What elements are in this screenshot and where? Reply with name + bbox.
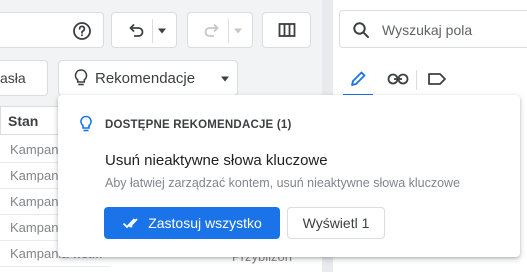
recommendations-popup: DOSTĘPNE REKOMENDACJE (1) Usuń nieaktywn… — [58, 95, 520, 257]
view-label: Wyświetl 1 — [302, 215, 370, 231]
apply-all-button[interactable]: Zastosuj wszystko — [104, 207, 280, 239]
help-icon[interactable] — [72, 21, 92, 41]
lightbulb-icon — [73, 68, 89, 88]
link-icon — [387, 72, 409, 86]
field-search-placeholder: Wyszukaj pola — [382, 22, 473, 38]
dropdown-arrow-icon — [220, 75, 230, 83]
undo-button-group[interactable] — [111, 12, 177, 48]
status-column-header[interactable]: Stan — [8, 113, 38, 129]
double-check-icon — [122, 216, 144, 230]
recommendations-label: Rekomendacje — [95, 69, 196, 87]
tab-edit[interactable] — [343, 64, 373, 98]
apply-all-label: Zastosuj wszystko — [148, 215, 262, 231]
row-cell-text: Kampan — [10, 168, 59, 183]
columns-icon — [278, 22, 296, 38]
header-column-divider — [0, 107, 1, 135]
recommendation-description: Aby łatwiej zarządzać kontem, usuń nieak… — [105, 176, 461, 190]
undo-divider — [152, 19, 153, 43]
columns-button[interactable] — [262, 12, 311, 48]
view-button[interactable]: Wyświetl 1 — [287, 207, 385, 239]
row-cell-text: Kampan — [10, 142, 59, 157]
redo-dropdown-icon[interactable] — [233, 27, 243, 35]
filter-chip-label: asła — [0, 70, 26, 86]
tab-divider — [416, 70, 417, 90]
redo-icon[interactable] — [203, 22, 221, 40]
undo-icon[interactable] — [127, 22, 145, 40]
lightbulb-icon — [79, 115, 93, 133]
undo-dropdown-icon[interactable] — [157, 27, 167, 35]
pencil-icon — [349, 70, 367, 88]
row-cell-text: Kampan — [10, 220, 59, 235]
recommendations-button[interactable]: Rekomendacje — [58, 60, 238, 96]
label-tag-icon — [427, 72, 447, 86]
popup-header: DOSTĘPNE REKOMENDACJE (1) — [105, 119, 292, 131]
filter-chip[interactable]: asła — [0, 60, 48, 96]
recommendation-title: Usuń nieaktywne słowa kluczowe — [105, 152, 328, 169]
toolbar-input-area[interactable] — [0, 12, 104, 48]
row-cell-text: Kampan — [10, 194, 59, 209]
tab-links[interactable] — [385, 64, 411, 94]
field-search-box[interactable]: Wyszukaj pola — [339, 10, 527, 48]
redo-divider — [228, 19, 229, 43]
tab-labels[interactable] — [425, 64, 451, 94]
search-icon — [352, 21, 370, 39]
redo-button-group[interactable] — [187, 12, 253, 48]
